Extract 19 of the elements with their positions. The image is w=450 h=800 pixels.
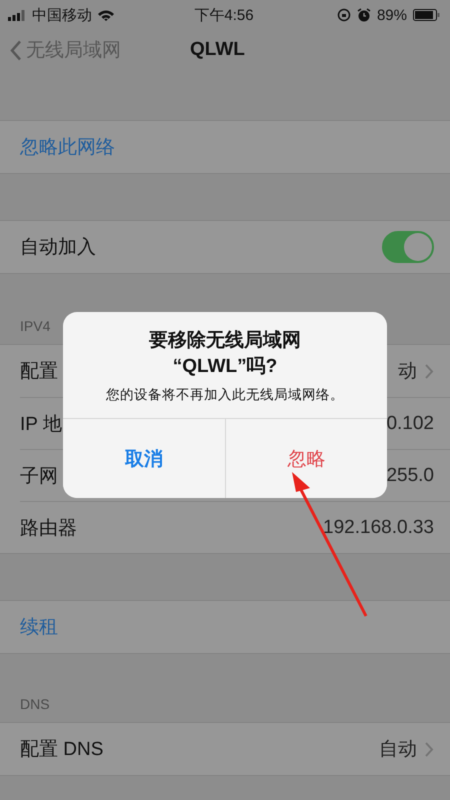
row-label: 子网 — [20, 464, 58, 488]
row-label: 配置 — [20, 360, 58, 384]
status-time: 下午4:56 — [194, 6, 254, 24]
row-value: 动 — [398, 360, 417, 384]
row-label: 配置 DNS — [20, 738, 104, 762]
row-label: 路由器 — [20, 516, 77, 540]
row-value: 255.0 — [386, 464, 434, 486]
row-value: 192.168.0.33 — [323, 516, 434, 538]
row-value: 自动 — [379, 738, 417, 762]
page-title: QLWL — [190, 39, 245, 61]
section-header: IPV4 — [20, 318, 50, 334]
row-label: IP 地 — [20, 412, 62, 436]
row-value: 0.102 — [386, 412, 434, 434]
section-header: DNS — [20, 696, 50, 712]
alert-message: 您的设备将不再加入此无线局域网络。 — [106, 386, 344, 404]
battery-percent: 89% — [376, 6, 407, 24]
row-label: 自动加入 — [20, 236, 96, 260]
alert-title: 要移除无线局域网 “QLWL”吗? — [149, 329, 301, 379]
carrier-name: 中国移动 — [32, 6, 92, 24]
